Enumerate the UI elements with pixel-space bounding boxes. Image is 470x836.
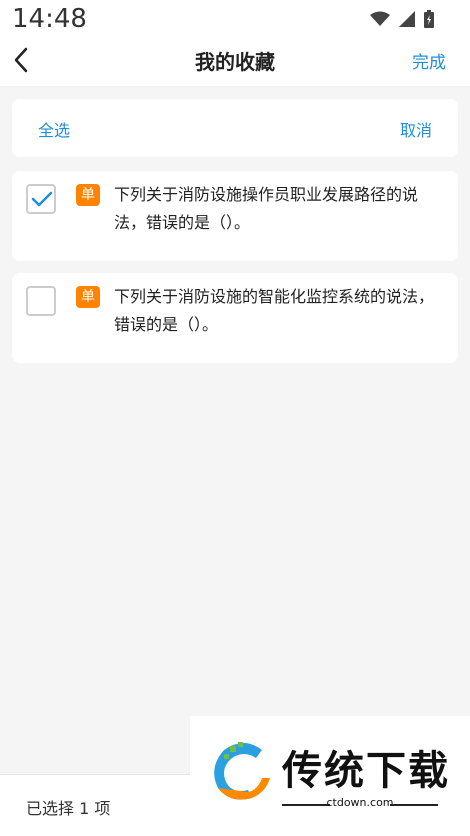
signal-icon — [398, 10, 415, 27]
watermark-divider-right — [390, 804, 438, 806]
watermark-url: ctdown.com — [326, 796, 394, 809]
question-type-badge: 单 — [76, 184, 100, 206]
watermark: 传统下载 ctdown.com — [190, 716, 470, 836]
question-type-badge: 单 — [76, 286, 100, 308]
header: 我的收藏 完成 — [0, 40, 470, 86]
checkmark-icon — [31, 191, 53, 207]
favorite-item[interactable]: 单 下列关于消防设施操作员职业发展路径的说法，错误的是（）。 — [12, 171, 458, 261]
question-text: 下列关于消防设施的智能化监控系统的说法，错误的是（）。 — [114, 287, 435, 334]
wifi-icon — [369, 11, 390, 26]
selection-actions-bar: 全选 取消 — [12, 99, 458, 157]
item-checkbox[interactable] — [26, 286, 56, 316]
watermark-title: 传统下载 — [282, 748, 450, 794]
cancel-button[interactable]: 取消 — [400, 117, 432, 141]
watermark-logo-icon — [214, 742, 270, 800]
selected-count: 已选择 1 项 — [26, 799, 111, 818]
page-title: 我的收藏 — [195, 50, 275, 74]
status-time: 14:48 — [12, 4, 87, 34]
status-bar: 14:48 — [0, 0, 470, 40]
item-checkbox[interactable] — [26, 184, 56, 214]
status-icons — [366, 8, 434, 28]
favorite-item[interactable]: 单 下列关于消防设施的智能化监控系统的说法，错误的是（）。 — [12, 273, 458, 363]
battery-icon — [424, 9, 434, 28]
question-text: 下列关于消防设施操作员职业发展路径的说法，错误的是（）。 — [114, 185, 419, 232]
select-all-button[interactable]: 全选 — [38, 117, 70, 141]
done-button[interactable]: 完成 — [412, 48, 446, 73]
